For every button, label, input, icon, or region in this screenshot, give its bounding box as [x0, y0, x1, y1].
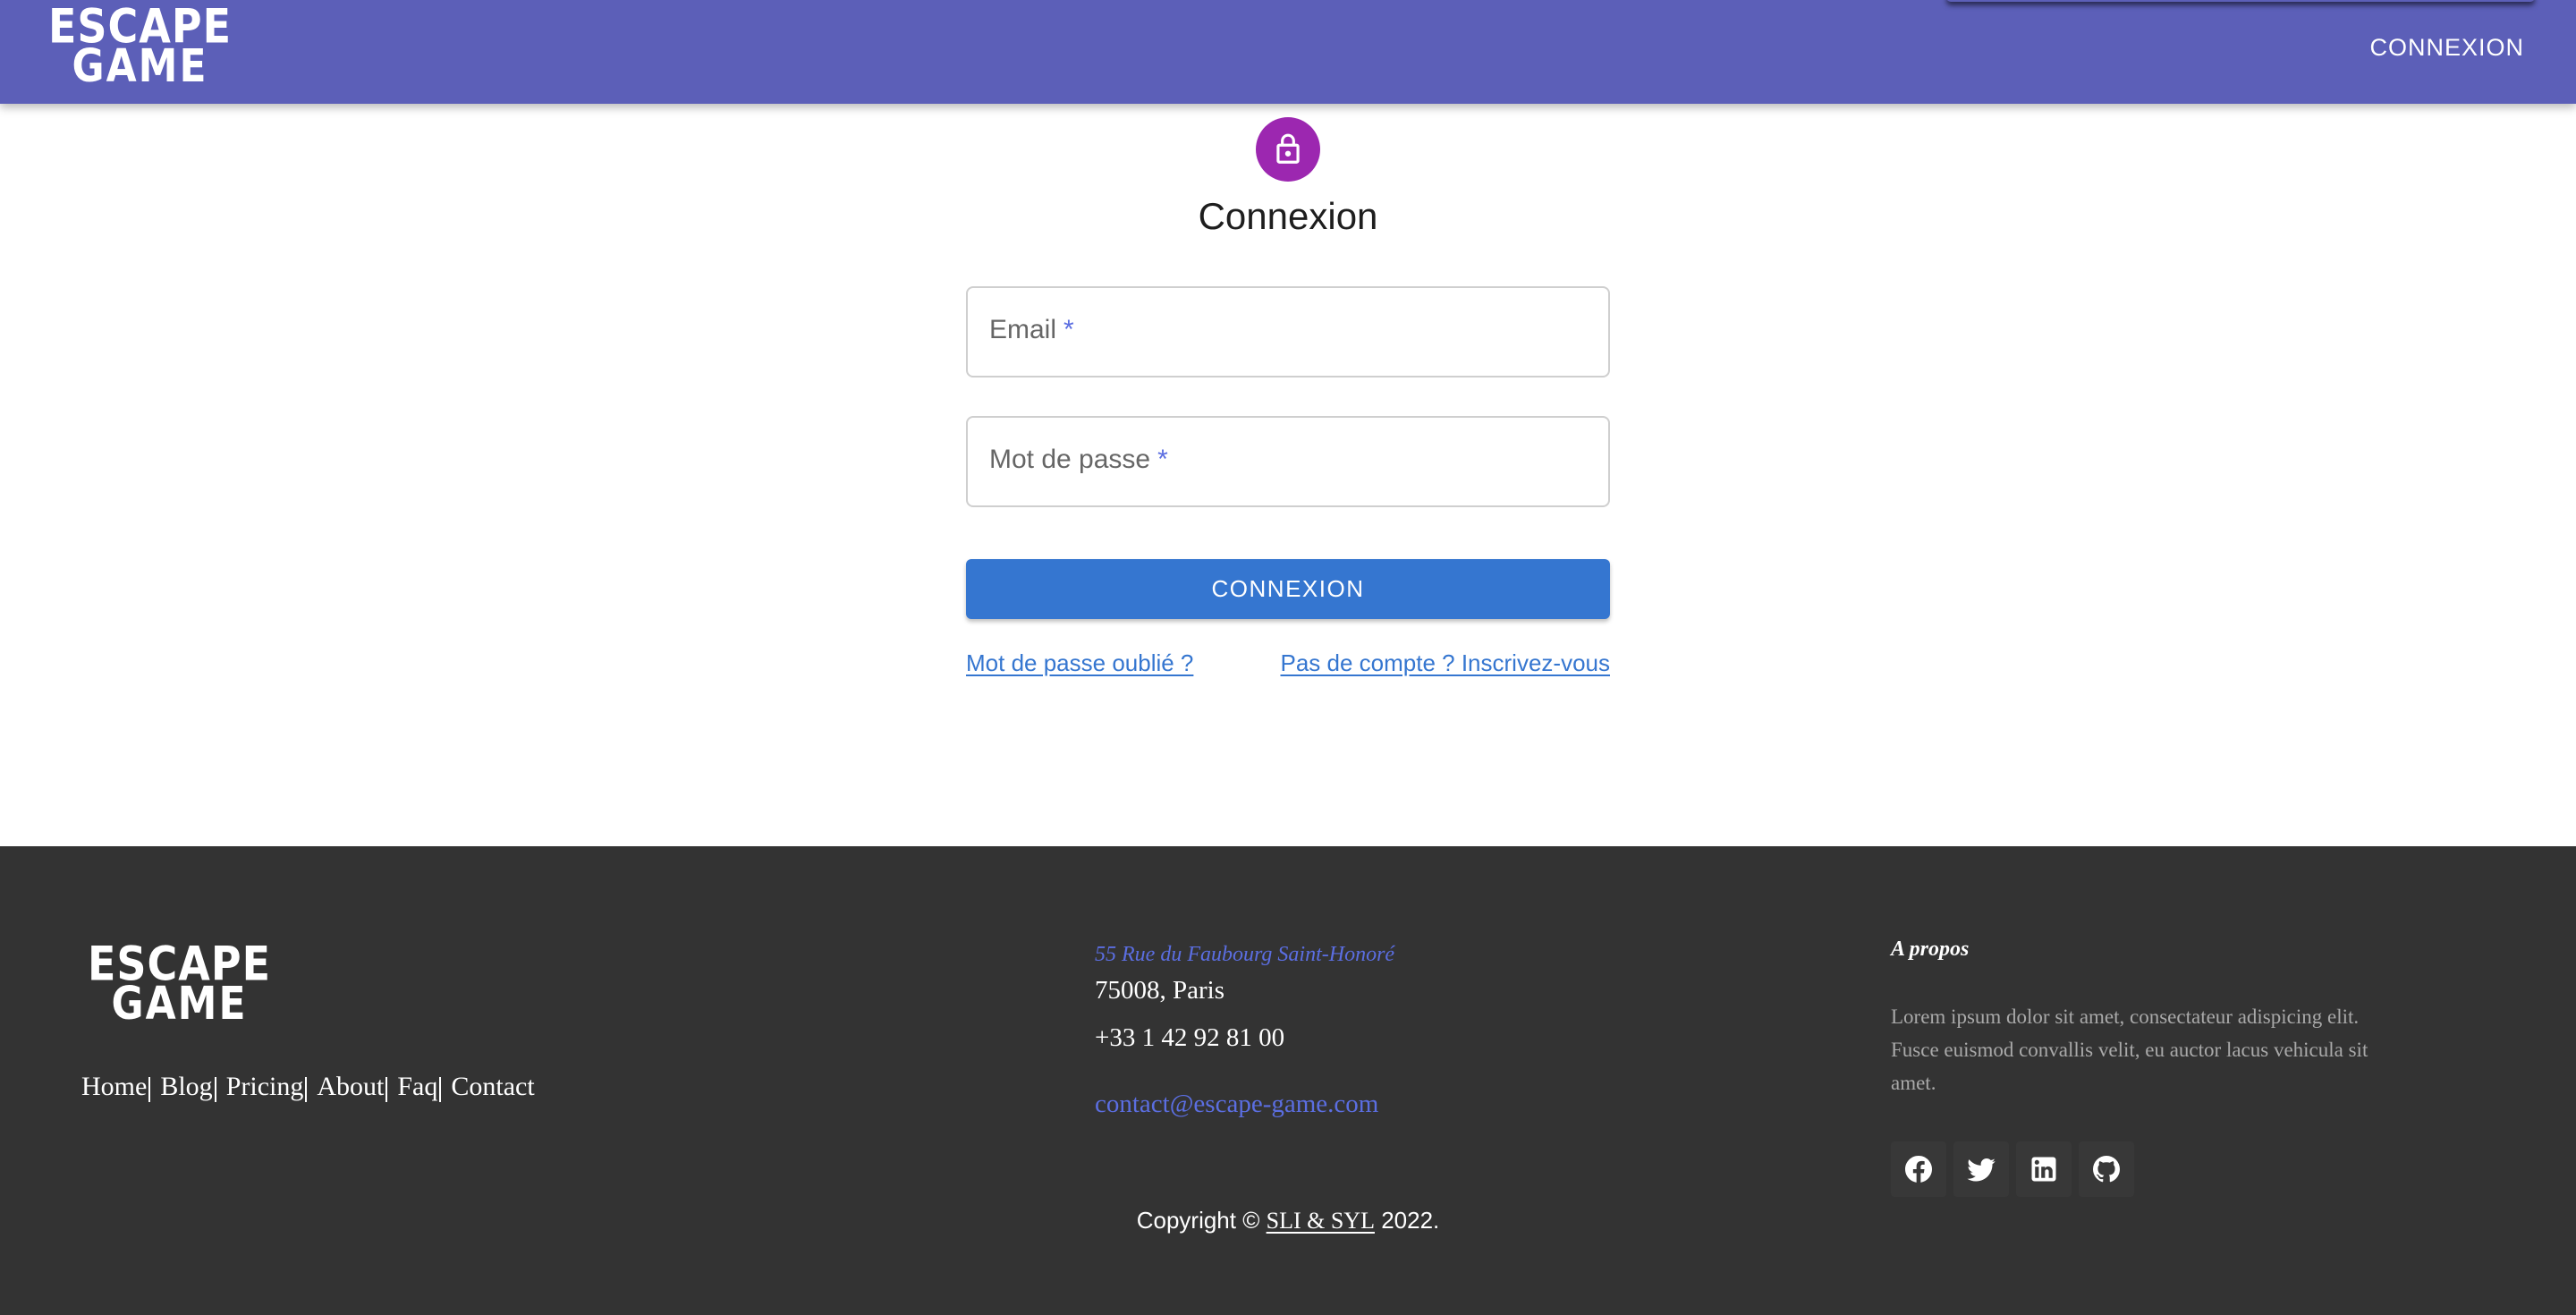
footer-nav-blog[interactable]: Blog — [160, 1072, 212, 1102]
footer-nav-about[interactable]: About — [317, 1072, 384, 1102]
twitter-button[interactable] — [1953, 1141, 2009, 1197]
footer-logo[interactable]: ESCAPE GAME — [88, 940, 271, 1027]
footer-nav-home[interactable]: Home — [81, 1072, 147, 1102]
copyright-brand-link[interactable]: SLI & SYL — [1267, 1208, 1375, 1234]
required-marker: * — [1063, 315, 1074, 344]
phone-number: +33 1 42 92 81 00 — [1095, 1023, 1285, 1052]
address-street: 55 Rue du Faubourg Saint-Honoré — [1095, 943, 1395, 966]
password-field[interactable]: Mot de passe * — [966, 416, 1610, 507]
header-logo[interactable]: ESCAPE GAME — [48, 3, 232, 89]
nav-divider — [439, 1077, 442, 1102]
email-label: Email * — [989, 315, 1074, 344]
header-login-link[interactable]: CONNEXION — [2369, 34, 2524, 62]
lock-icon — [1276, 133, 1300, 164]
social-links — [1891, 1141, 2134, 1197]
dropdown-edge — [1946, 0, 2535, 2]
required-marker: * — [1157, 445, 1168, 474]
footer: ESCAPE GAME Home Blog Pricing About Faq … — [0, 846, 2576, 1315]
nav-divider — [386, 1077, 388, 1102]
password-label: Mot de passe * — [989, 445, 1168, 474]
github-icon — [2093, 1156, 2120, 1183]
facebook-button[interactable] — [1891, 1141, 1946, 1197]
avatar — [1256, 117, 1320, 182]
github-button[interactable] — [2079, 1141, 2134, 1197]
app-bar: ESCAPE GAME CONNEXION — [0, 0, 2576, 104]
forgot-password-link[interactable]: Mot de passe oublié ? — [966, 649, 1193, 677]
nav-divider — [148, 1077, 151, 1102]
page-title: Connexion — [1198, 195, 1378, 237]
address-city: 75008, Paris — [1095, 976, 1224, 1005]
linkedin-button[interactable] — [2016, 1141, 2072, 1197]
nav-divider — [214, 1077, 216, 1102]
linkedin-icon — [2031, 1157, 2056, 1182]
about-title: A propos — [1891, 937, 1970, 961]
logo-line2: GAME — [111, 977, 248, 1031]
login-button[interactable]: CONNEXION — [966, 559, 1610, 619]
about-text: Lorem ipsum dolor sit amet, consectateur… — [1891, 1005, 2368, 1094]
footer-nav-pricing[interactable]: Pricing — [226, 1072, 304, 1102]
footer-nav-faq[interactable]: Faq — [397, 1072, 437, 1102]
nav-divider — [305, 1077, 308, 1102]
contact-email-link[interactable]: contact@escape-game.com — [1095, 1090, 1378, 1119]
facebook-icon — [1905, 1156, 1932, 1183]
footer-nav-contact[interactable]: Contact — [451, 1072, 534, 1102]
footer-nav: Home Blog Pricing About Faq Contact — [81, 1072, 535, 1102]
logo-line2: GAME — [72, 39, 208, 93]
signup-link[interactable]: Pas de compte ? Inscrivez-vous — [1281, 649, 1611, 677]
twitter-icon — [1967, 1158, 1996, 1182]
copyright: Copyright © SLI & SYL 2022. — [1136, 1207, 1440, 1234]
email-field[interactable]: Email * — [966, 286, 1610, 378]
